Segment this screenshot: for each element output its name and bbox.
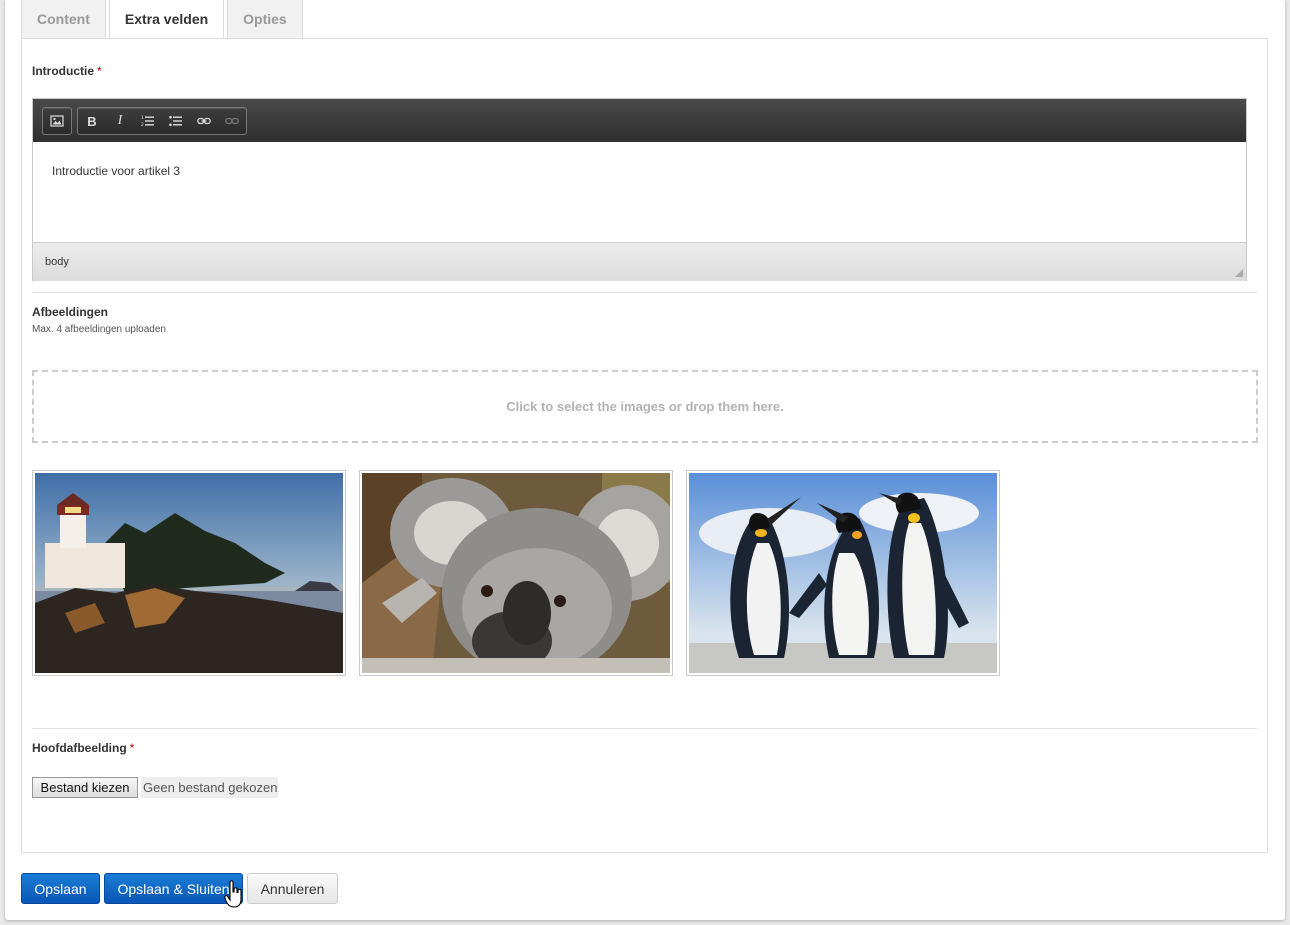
images-label: Afbeeldingen xyxy=(32,305,109,319)
bold-icon[interactable]: B xyxy=(78,108,106,134)
choose-file-button[interactable]: Bestand kiezen xyxy=(32,777,138,798)
resize-handle-icon[interactable] xyxy=(1235,269,1243,277)
image-icon[interactable] xyxy=(43,108,71,134)
divider xyxy=(32,728,1257,729)
link-icon[interactable] xyxy=(190,108,218,134)
svg-text:2: 2 xyxy=(141,122,144,127)
tab-opties[interactable]: Opties xyxy=(227,0,303,38)
ordered-list-icon[interactable]: 12 xyxy=(134,108,162,134)
intro-label: Introductie * xyxy=(32,64,102,78)
required-marker: * xyxy=(97,64,102,78)
toolbar-group-format: B I 12 xyxy=(77,107,247,135)
file-status-text: Geen bestand gekozen xyxy=(141,777,278,798)
intro-label-text: Introductie xyxy=(32,64,94,78)
editor-statusbar: body xyxy=(33,242,1246,281)
italic-icon[interactable]: I xyxy=(106,108,134,134)
unordered-list-icon[interactable] xyxy=(162,108,190,134)
toolbar-group-insert xyxy=(42,107,72,135)
unlink-icon xyxy=(218,108,246,134)
editor-toolbar: B I 12 xyxy=(33,99,1246,142)
element-path[interactable]: body xyxy=(45,256,69,268)
image-dropzone[interactable]: Click to select the images or drop them … xyxy=(32,370,1258,443)
editor-content-area[interactable]: Introductie voor artikel 3 xyxy=(33,142,1246,242)
tab-bar: Content Extra velden Opties xyxy=(21,0,306,39)
save-button[interactable]: Opslaan xyxy=(21,873,100,904)
tab-content[interactable]: Content xyxy=(21,0,106,38)
tab-extra-velden[interactable]: Extra velden xyxy=(108,0,225,39)
edit-article-page: Content Extra velden Opties Introductie *… xyxy=(5,0,1285,920)
cancel-button[interactable]: Annuleren xyxy=(247,873,338,904)
svg-text:1: 1 xyxy=(141,115,144,121)
divider xyxy=(32,292,1257,293)
rich-text-editor: B I 12 Introductie voor artikel 3 body xyxy=(32,98,1247,281)
thumbnail-koala[interactable] xyxy=(359,470,673,676)
required-marker: * xyxy=(129,741,135,755)
thumbnail-penguins[interactable] xyxy=(686,470,1000,676)
main-image-label-text: Hoofdafbeelding xyxy=(32,741,127,755)
main-image-label: Hoofdafbeelding * xyxy=(32,741,134,755)
images-hint: Max. 4 afbeeldingen uploaden xyxy=(32,324,166,335)
editor-text: Introductie voor artikel 3 xyxy=(52,164,181,178)
save-close-button[interactable]: Opslaan & Sluiten xyxy=(104,873,243,904)
hand-cursor-icon xyxy=(224,880,242,908)
thumbnail-lighthouse[interactable] xyxy=(32,470,346,676)
